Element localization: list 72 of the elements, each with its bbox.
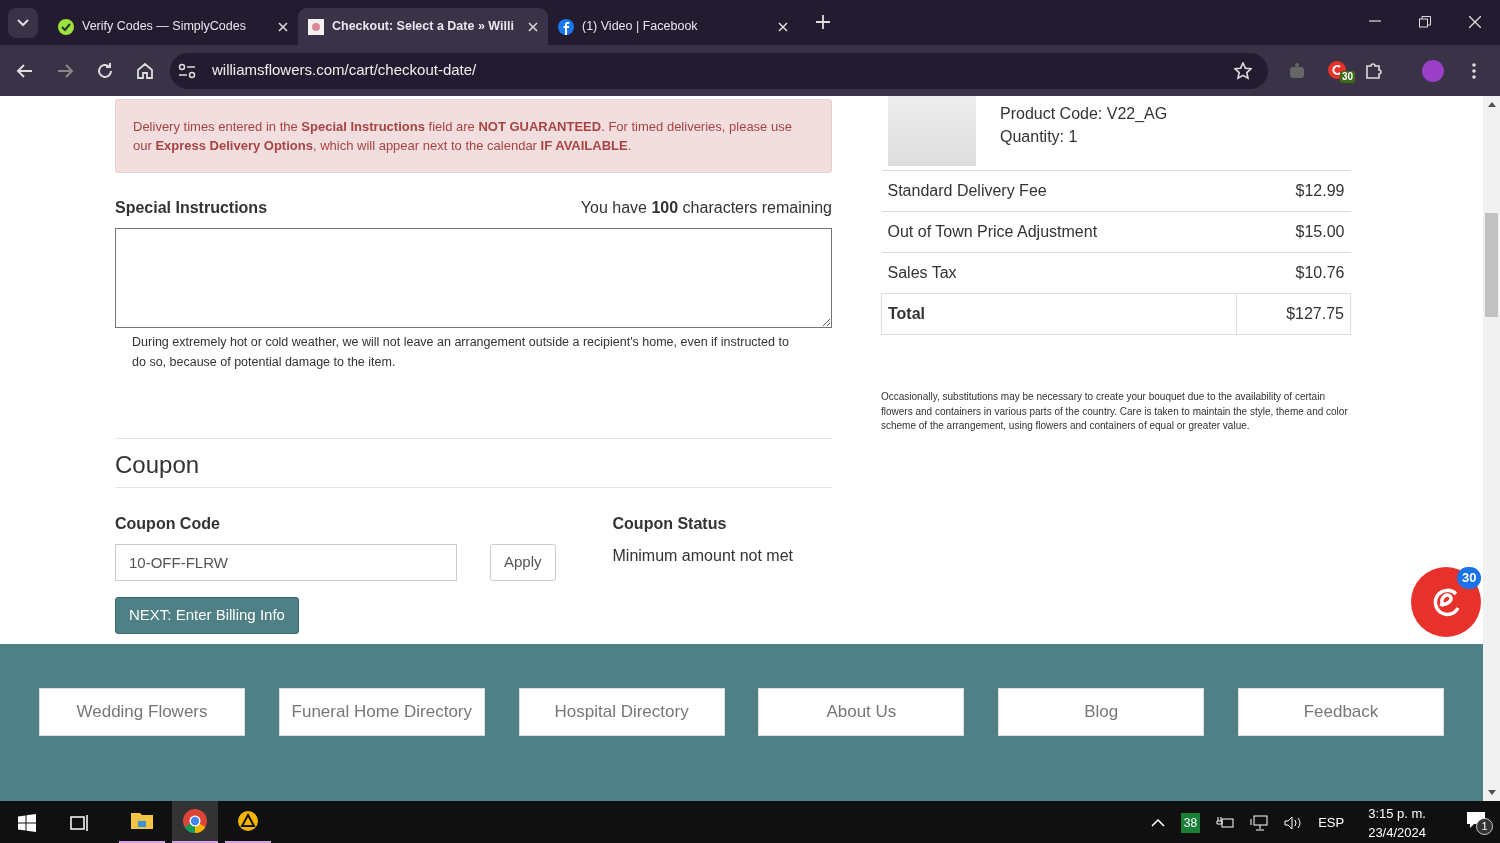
forward-icon[interactable]	[56, 61, 74, 80]
favicon-check-icon	[58, 18, 74, 35]
text-area[interactable]	[115, 228, 832, 328]
total-label: Total	[881, 293, 1237, 335]
close-icon[interactable]	[1469, 16, 1481, 28]
footer-link[interactable]: Wedding Flowers	[39, 688, 245, 736]
clock-time[interactable]: 3:15 p. m.	[1368, 803, 1426, 823]
task-view-icon[interactable]	[70, 813, 90, 832]
footer-link[interactable]: Hospital Directory	[518, 688, 725, 736]
count-badge: 30	[1457, 567, 1482, 589]
close-icon[interactable]	[278, 21, 288, 32]
browser-tab[interactable]: Checkout: Select a Date » Willi	[298, 8, 548, 45]
menu-icon[interactable]	[1472, 62, 1476, 79]
warning-alert: Delivery times entered in the Special Instructions field are NOT GUARANTEED. For timed deliveries, please use our Express Delivery Options, which will appear next to the calendar IF AVAILABLE.	[115, 99, 832, 173]
field-label: Coupon Code	[115, 514, 221, 534]
fee-amount: $10.76	[1236, 252, 1351, 294]
taskbar-app[interactable]	[172, 801, 218, 843]
address-bar[interactable]: williamsflowers.com/cart/checkout-date/	[212, 59, 477, 82]
puzzle-icon[interactable]	[1364, 60, 1384, 81]
tab-title: Verify Codes — SimplyCodes	[82, 18, 246, 36]
tab-list-chevron-icon[interactable]	[17, 19, 29, 27]
clock-date[interactable]: 23/4/2024	[1368, 822, 1426, 842]
new-tab-icon[interactable]	[816, 15, 830, 29]
tab-title: Checkout: Select a Date » Willi	[332, 18, 514, 36]
scroll-thumb[interactable]	[1485, 213, 1498, 317]
apply-button[interactable]: Apply	[490, 544, 556, 581]
coupon-input[interactable]: 10-OFF-FLRW	[115, 544, 457, 581]
field-label: Special Instructions	[115, 198, 268, 218]
weather-note: During extremely hot or cold weather, we will not leave an arrangement outside a recipient's home, even if instructed to do so, because of potential damage to the item.	[131, 334, 790, 371]
language-indicator[interactable]: ESP	[1318, 812, 1345, 833]
fee-label: Sales Tax	[881, 252, 1237, 294]
quantity: Quantity: 1	[1000, 127, 1079, 147]
network-icon[interactable]	[1250, 814, 1269, 831]
total-amount: $127.75	[1236, 293, 1351, 335]
section-heading: Coupon	[115, 451, 200, 478]
character-counter: You have 100 characters remaining	[580, 198, 832, 218]
triangle-app-icon	[235, 808, 261, 834]
battery-plug-icon[interactable]	[1216, 815, 1235, 830]
fee-label: Standard Delivery Fee	[881, 170, 1237, 212]
extension-badge: 30	[1340, 70, 1356, 83]
tab-title: (1) Video | Facebook	[582, 18, 698, 36]
scroll-down-icon[interactable]	[1487, 790, 1496, 795]
chrome-icon	[182, 808, 208, 834]
footer-link[interactable]: Feedback	[1238, 688, 1444, 736]
footer-link[interactable]: About Us	[758, 688, 965, 736]
fee-label: Out of Town Price Adjustment	[881, 211, 1237, 253]
bookmark-star-icon[interactable]	[1234, 61, 1252, 80]
close-icon[interactable]	[528, 21, 538, 32]
browser-tab[interactable]: Verify Codes — SimplyCodes	[48, 8, 298, 45]
temperature-badge[interactable]: 38	[1180, 812, 1201, 833]
home-icon[interactable]	[136, 61, 154, 80]
reload-icon[interactable]	[96, 61, 114, 80]
next-button[interactable]: NEXT: Enter Billing Info	[115, 597, 299, 634]
product-code: Product Code: V22_AG	[1000, 104, 1168, 124]
site-settings-icon[interactable]	[178, 62, 196, 79]
status-text: Minimum amount not met	[612, 546, 794, 566]
fee-amount: $12.99	[1236, 170, 1351, 212]
start-icon[interactable]	[18, 813, 36, 832]
substitution-disclaimer: Occasionally, substitutions may be necessary to create your bouquet due to the availability of certain flowers and containers in various parts of the country. Care is taken to maintain the style, theme and color scheme of the arrangement, using flowers and containers of equal or greater value.	[881, 390, 1349, 433]
volume-icon[interactable]	[1284, 815, 1303, 830]
footer-link[interactable]: Blog	[998, 688, 1205, 736]
restore-icon[interactable]	[1419, 16, 1431, 28]
footer-link[interactable]: Funeral Home Directory	[278, 688, 485, 736]
browser-tab[interactable]: (1) Video | Facebook	[548, 8, 798, 45]
close-icon[interactable]	[778, 21, 788, 32]
chevron-up-icon[interactable]	[1150, 818, 1165, 827]
scroll-up-icon[interactable]	[1487, 102, 1496, 107]
back-icon[interactable]	[16, 61, 34, 80]
scrollbar[interactable]	[1483, 96, 1500, 801]
favicon-f-icon	[558, 18, 574, 35]
fee-amount: $15.00	[1236, 211, 1351, 253]
field-label: Coupon Status	[612, 514, 728, 534]
